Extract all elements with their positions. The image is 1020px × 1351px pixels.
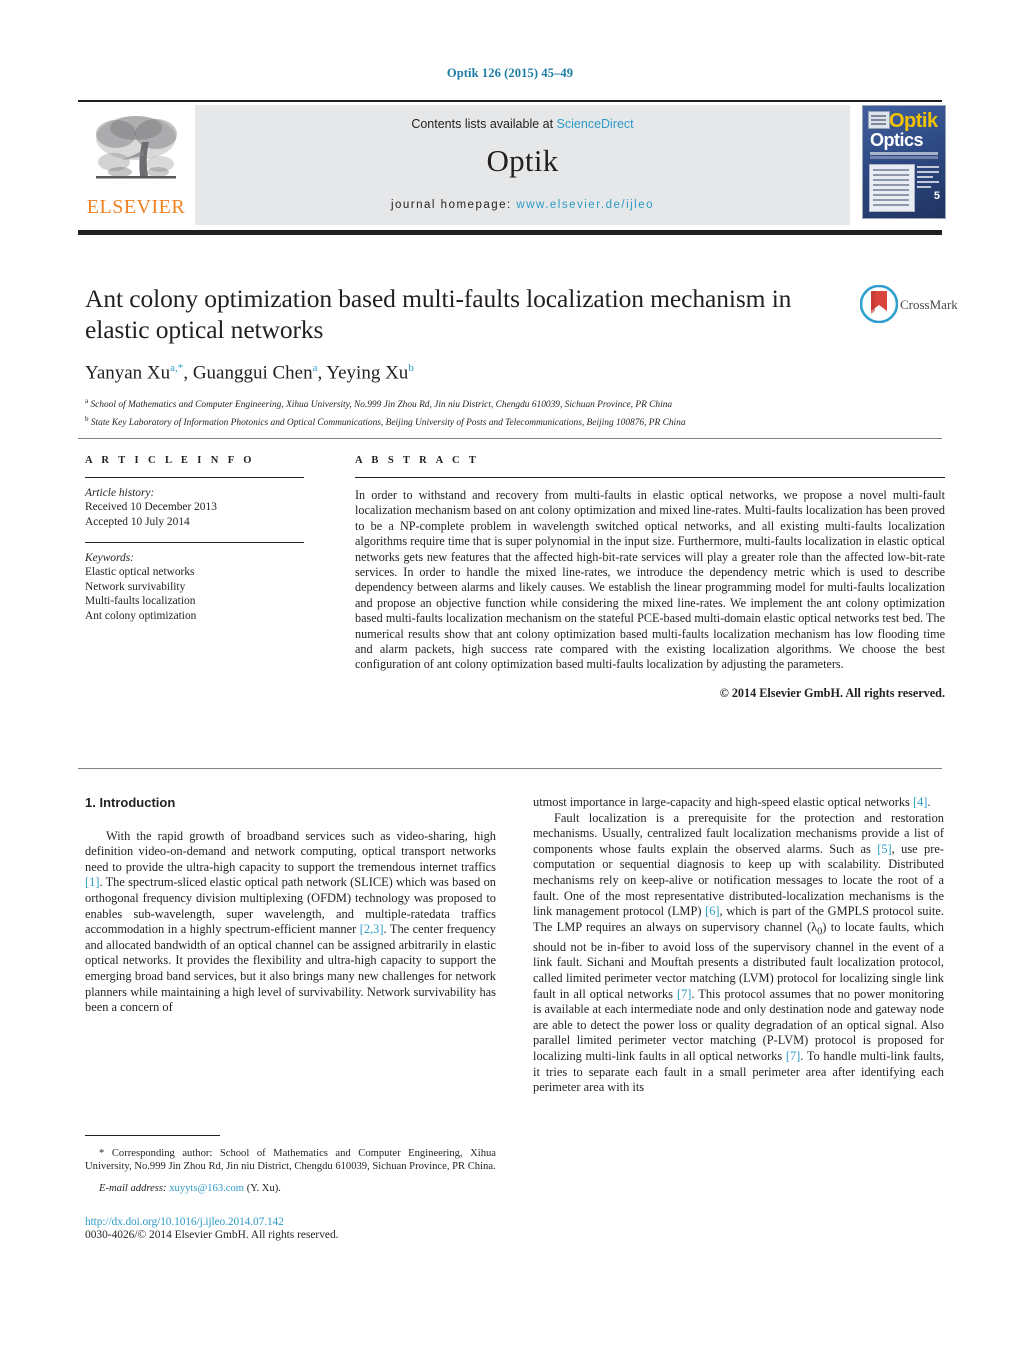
body-section-top-rule [78,768,942,769]
sciencedirect-link[interactable]: ScienceDirect [557,117,634,131]
body-paragraph: With the rapid growth of broadband servi… [85,828,496,1015]
journal-cover-thumbnail: Optik Optics 5 [862,105,946,219]
article-info-column: A R T I C L E I N F O Article history: R… [85,455,320,623]
page-footer: http://dx.doi.org/10.1016/j.ijleo.2014.0… [85,1216,585,1241]
article-info-rule-1 [85,477,304,478]
elsevier-tree-icon [96,116,177,179]
elsevier-wordmark: ELSEVIER [86,196,186,218]
journal-homepage-line: journal homepage: www.elsevier.de/ijleo [195,199,850,211]
affiliation-b-text: State Key Laboratory of Information Phot… [90,418,686,429]
citation-link-2-3[interactable]: [2,3] [360,922,384,936]
article-received-date: Received 10 December 2013 [85,501,217,513]
cover-side-lines [917,166,939,191]
citation-link-7[interactable]: [7] [677,987,691,1001]
affiliation-a-text: School of Mathematics and Computer Engin… [90,400,673,411]
abstract-rule [355,477,945,478]
info-section-top-rule [78,438,942,439]
masthead-top-rule [78,100,942,102]
cover-issue-number: 5 [933,190,940,202]
abstract-copyright: © 2014 Elsevier GmbH. All rights reserve… [719,685,945,700]
abstract-heading: A B S T R A C T [355,455,480,466]
section-heading-introduction: 1. Introduction [85,795,176,810]
homepage-label: journal homepage: [390,199,512,211]
author-affil-marker-a-star: a,* [170,362,184,374]
email-label: E-mail address: [99,1182,167,1194]
email-suffix: (Y. Xu). [246,1182,281,1194]
cover-publisher-badge [868,111,890,129]
crossmark-icon [859,284,899,324]
author-affil-marker-a: a [312,362,318,374]
homepage-url-link[interactable]: www.elsevier.de/ijleo [516,199,654,211]
cover-subtitle-bar [870,152,938,155]
citation-link-7b[interactable]: [7] [786,1049,800,1063]
citation-link-5[interactable]: [5] [877,842,891,856]
affiliation-b: b State Key Laboratory of Information Ph… [85,413,845,431]
author-list: Yanyan Xua,*, Guanggui Chena, Yeying Xub [85,362,414,384]
issn-copyright-line: 0030-4026/© 2014 Elsevier GmbH. All righ… [85,1229,339,1241]
email-link[interactable]: xuyyts@163.com [169,1183,244,1194]
article-history-label: Article history: [85,487,155,499]
body-paragraph: utmost importance in large-capacity and … [533,795,931,809]
keyword-item: Network survivability [85,580,186,593]
masthead-bottom-rule [78,230,942,235]
affiliation-marker-a: a [85,397,89,406]
keyword-item: Multi-faults localization [85,595,196,607]
abstract-body: In order to withstand and recovery from … [355,488,945,672]
corresponding-email-line: E-mail address: xuyyts@163.com (Y. Xu). [85,1183,496,1194]
footnote-rule [85,1135,220,1136]
crossmark-label: CrossMark [900,297,958,312]
affiliation-a: a School of Mathematics and Computer Eng… [85,395,845,413]
keywords-label: Keywords: [85,552,134,564]
title-block: Ant colony optimization based multi-faul… [85,283,845,431]
article-info-heading: A R T I C L E I N F O [85,455,255,466]
keyword-item: Elastic optical networks [85,566,195,578]
author-affil-marker-b: b [408,362,414,374]
contents-prefix: Contents lists available at [411,117,557,131]
keyword-item: Ant colony optimization [85,609,197,622]
affiliation-marker-b: b [85,414,89,423]
affiliation-list: a School of Mathematics and Computer Eng… [85,395,845,430]
body-paragraph: Fault localization is a prerequisite for… [533,810,945,1095]
journal-title: Optik [486,143,559,178]
body-column-left: 1. Introduction With the rapid growth of… [85,795,496,1016]
corresponding-author-text: * Corresponding author: School of Mathem… [85,1148,496,1173]
corresponding-author-footnote: * Corresponding author: School of Mathem… [85,1135,496,1194]
journal-reference: Optik 126 (2015) 45–49 [446,66,574,80]
article-accepted-date: Accepted 10 July 2014 [85,515,190,528]
crossmark-badge[interactable]: CrossMark [859,284,958,327]
cover-title-secondary: Optics [870,130,924,150]
citation-link-4[interactable]: [4] [913,795,927,809]
page-title: Ant colony optimization based multi-faul… [85,284,792,344]
body-column-right: utmost importance in large-capacity and … [533,795,944,1096]
paper-page: Optik 126 (2015) 45–49 ELSEVIER Contents… [0,0,1020,1351]
citation-link-6[interactable]: [6] [705,904,719,918]
elsevier-logo: ELSEVIER [82,112,190,224]
contents-available-line: Contents lists available at ScienceDirec… [195,117,850,131]
abstract-column: A B S T R A C T In order to withstand an… [355,455,945,701]
masthead-center-panel: Contents lists available at ScienceDirec… [195,105,850,225]
doi-link[interactable]: http://dx.doi.org/10.1016/j.ijleo.2014.0… [85,1216,585,1228]
article-info-rule-2 [85,542,304,543]
cover-contents-panel [869,164,915,212]
citation-link-1[interactable]: [1] [85,875,99,889]
journal-masthead: ELSEVIER Contents lists available at Sci… [78,100,942,235]
